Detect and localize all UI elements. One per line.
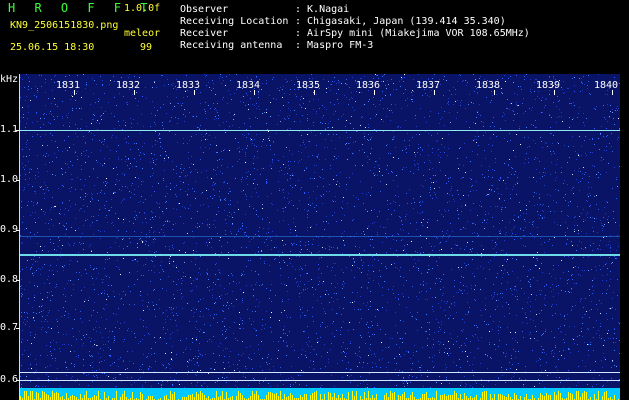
count-label: 99 xyxy=(140,42,153,53)
observer-label: Observer xyxy=(180,4,229,15)
mode-label: meleor xyxy=(124,28,161,39)
receiver-value: : AirSpy mini (Miakejima VOR 108.65MHz) xyxy=(295,28,530,39)
x-tick-mark xyxy=(134,90,135,95)
right-margin xyxy=(620,74,629,400)
x-tick-mark xyxy=(254,90,255,95)
x-tick-mark xyxy=(194,90,195,95)
antenna-value: : Maspro FM-3 xyxy=(295,40,374,51)
x-tick-label: 1839 xyxy=(536,80,561,91)
datetime-label: 25.06.15 18:30 xyxy=(10,42,95,53)
x-tick-mark xyxy=(314,90,315,95)
x-tick-label: 1833 xyxy=(176,80,201,91)
carrier-line-upper xyxy=(20,130,620,131)
reference-line-1 xyxy=(20,372,620,373)
antenna-label: Receiving antenna xyxy=(180,40,283,51)
x-tick-label: 1835 xyxy=(296,80,321,91)
x-tick-mark xyxy=(434,90,435,95)
location-value: : Chigasaki, Japan (139.414 35.340) xyxy=(295,16,506,27)
faint-line xyxy=(20,236,620,237)
spectrogram-area xyxy=(20,74,620,400)
y-tick-mark xyxy=(16,328,20,329)
x-tick-mark xyxy=(374,90,375,95)
y-axis-unit: kHz xyxy=(0,74,19,85)
amplitude-bar xyxy=(20,388,620,400)
x-tick-label: 1832 xyxy=(116,80,141,91)
x-tick-mark xyxy=(494,90,495,95)
carrier-line-main xyxy=(20,254,620,256)
x-tick-mark xyxy=(74,90,75,95)
spectrogram-noise xyxy=(20,74,620,400)
x-tick-label: 1831 xyxy=(56,80,81,91)
receiver-label: Receiver xyxy=(180,28,229,39)
y-tick-mark xyxy=(16,180,20,181)
x-tick-label: 1836 xyxy=(356,80,381,91)
y-tick-mark xyxy=(16,230,20,231)
reference-line-2 xyxy=(20,380,620,381)
x-tick-label: 1834 xyxy=(236,80,261,91)
x-tick-mark xyxy=(554,90,555,95)
app-version: 1.0.0f xyxy=(124,3,161,14)
file-name: KN9_2506151830.png xyxy=(10,20,119,31)
x-tick-mark xyxy=(612,90,613,95)
x-tick-label: 1837 xyxy=(416,80,441,91)
y-tick-mark xyxy=(16,280,20,281)
observer-value: : K.Nagai xyxy=(295,4,350,15)
header-panel: H R O F F T 1.0.0f KN9_2506151830.png me… xyxy=(0,0,629,74)
x-tick-label: 1840 xyxy=(594,80,619,91)
location-label: Receiving Location xyxy=(180,16,289,27)
x-tick-label: 1838 xyxy=(476,80,501,91)
